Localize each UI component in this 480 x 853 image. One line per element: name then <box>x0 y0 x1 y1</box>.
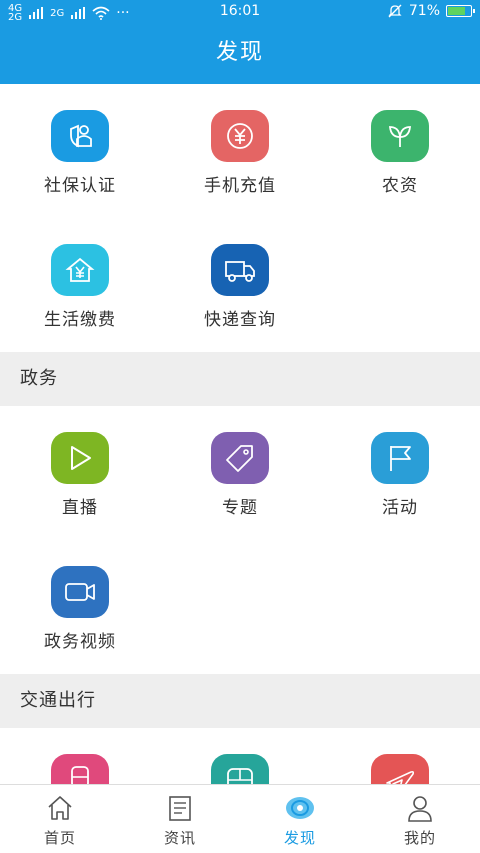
service-grid-top: 社保认证 手机充值 农资 生活缴费 快递查询 <box>0 84 480 352</box>
service-label: 手机充值 <box>204 176 276 196</box>
status-bar: 4G 2G 2G ··· 16:01 71% <box>0 0 480 24</box>
house-yen-icon <box>51 244 109 296</box>
plane-icon <box>371 754 429 784</box>
bottom-tab-bar: 首页 资讯 发现 我的 <box>0 784 480 853</box>
service-social-security[interactable]: 社保认证 <box>0 84 160 218</box>
tag-icon <box>211 432 269 484</box>
home-icon <box>48 796 72 820</box>
service-label: 快递查询 <box>204 310 276 330</box>
section-header-transport: 交通出行 <box>0 674 480 728</box>
tab-discover[interactable]: 发现 <box>240 785 360 853</box>
service-bus[interactable] <box>160 728 320 784</box>
page-title: 发现 <box>215 40 264 65</box>
service-topics[interactable]: 专题 <box>160 406 320 540</box>
user-icon <box>408 796 432 822</box>
service-label: 专题 <box>222 498 258 518</box>
shield-person-icon <box>51 110 109 162</box>
service-grid-government: 直播 专题 活动 政务视频 <box>0 406 480 674</box>
service-phone-recharge[interactable]: 手机充值 <box>160 84 320 218</box>
service-agriculture[interactable]: 农资 <box>320 84 480 218</box>
service-utility-payment[interactable]: 生活缴费 <box>0 218 160 352</box>
truck-icon <box>211 244 269 296</box>
bus-icon <box>211 754 269 784</box>
service-label: 直播 <box>62 498 98 518</box>
tab-label-discover: 发现 <box>283 829 316 847</box>
train-icon <box>51 754 109 784</box>
sprout-icon <box>371 110 429 162</box>
service-express-query[interactable]: 快递查询 <box>160 218 320 352</box>
tab-news[interactable]: 资讯 <box>120 785 240 853</box>
battery-level <box>448 7 466 15</box>
service-label: 活动 <box>382 498 418 518</box>
tab-label-news: 资讯 <box>163 829 196 847</box>
play-icon <box>51 432 109 484</box>
discover-icon <box>286 797 314 819</box>
service-live[interactable]: 直播 <box>0 406 160 540</box>
news-icon <box>169 796 191 821</box>
bell-mute-icon <box>388 4 402 18</box>
flag-icon <box>371 432 429 484</box>
battery-percent: 71% <box>408 3 440 19</box>
service-train[interactable] <box>0 728 160 784</box>
service-activities[interactable]: 活动 <box>320 406 480 540</box>
service-label: 社保认证 <box>44 176 116 196</box>
tab-label-home: 首页 <box>43 829 76 847</box>
tab-home[interactable]: 首页 <box>0 785 120 853</box>
header: 发现 <box>0 24 480 84</box>
service-label: 政务视频 <box>44 632 116 652</box>
service-label: 农资 <box>382 176 418 196</box>
video-camera-icon <box>51 566 109 618</box>
tab-mine[interactable]: 我的 <box>360 785 480 853</box>
discover-content[interactable]: 社保认证 手机充值 农资 生活缴费 快递查询 政务 直播 专题 活动 政务视频 … <box>0 84 480 784</box>
battery-icon <box>446 5 475 17</box>
yen-coin-icon <box>211 110 269 162</box>
service-flight[interactable] <box>320 728 480 784</box>
service-government-video[interactable]: 政务视频 <box>0 540 160 674</box>
status-right: 71% <box>387 3 475 19</box>
service-label: 生活缴费 <box>44 310 116 330</box>
service-grid-transport <box>0 728 480 784</box>
tab-label-mine: 我的 <box>403 829 436 847</box>
section-header-government: 政务 <box>0 352 480 406</box>
